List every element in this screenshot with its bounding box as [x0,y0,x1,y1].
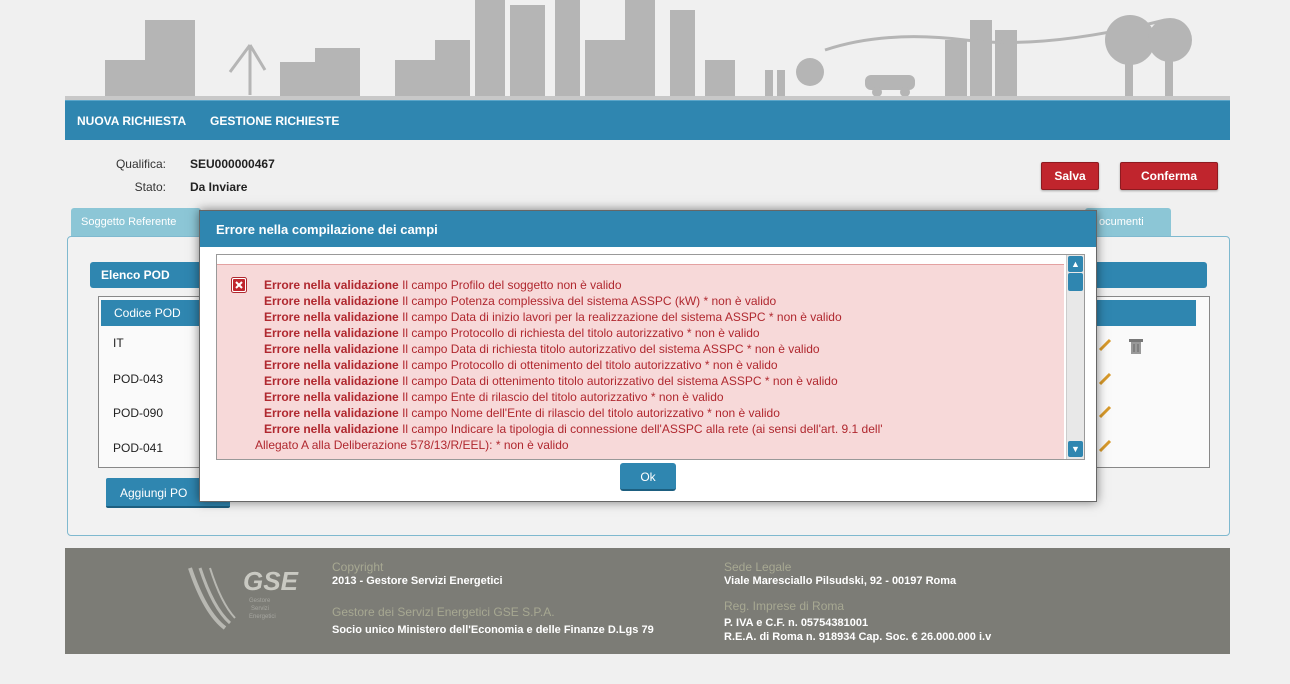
scrollbar[interactable]: ▲ ▼ [1066,255,1084,459]
scroll-up-icon[interactable]: ▲ [1068,256,1083,272]
modal-overlay: Errore nella compilazione dei campi Erro… [0,0,1290,684]
scroll-down-icon[interactable]: ▼ [1068,441,1083,457]
error-dialog: Errore nella compilazione dei campi Erro… [199,210,1097,502]
error-message: Errore nella validazione Il campo Data d… [264,310,842,324]
error-message: Errore nella validazione Il campo Data d… [264,342,820,356]
ok-button[interactable]: Ok [620,463,676,491]
error-message: Errore nella validazione Il campo Nome d… [264,406,780,420]
error-list: Errore nella validazione Il campo Profil… [217,264,1064,459]
error-message: Errore nella validazione Il campo Data d… [264,374,838,388]
error-message: Errore nella validazione Il campo Ente d… [264,390,724,404]
scrollbar-thumb[interactable] [1068,273,1083,291]
error-message: Errore nella validazione Il campo Protoc… [264,326,760,340]
error-icon [231,277,247,293]
error-list-box[interactable]: Errore nella validazione Il campo Profil… [216,254,1085,460]
error-message: Errore nella validazione Il campo Protoc… [264,358,778,372]
error-message: Errore nella validazione Il campo Potenz… [264,294,777,308]
error-message: Errore nella validazione Il campo Profil… [264,278,622,292]
error-message-wrap: Allegato A alla Deliberazione 578/13/R/E… [255,438,569,452]
error-message: Errore nella validazione Il campo Indica… [264,422,883,436]
dialog-title: Errore nella compilazione dei campi [200,211,1096,247]
